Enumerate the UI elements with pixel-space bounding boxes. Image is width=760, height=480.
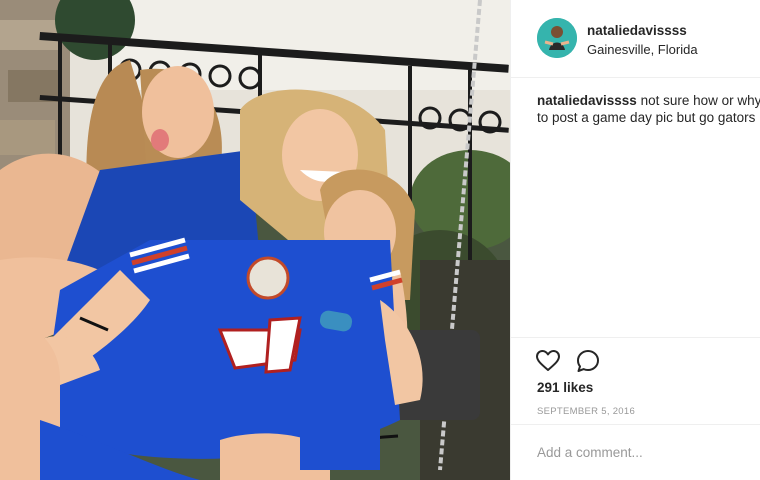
like-button[interactable]: [535, 348, 561, 374]
post-image: [0, 0, 510, 480]
avatar-image: [537, 18, 577, 58]
comment-section: [511, 424, 760, 480]
post-side-panel: nataliedavissss Gainesville, Florida nat…: [510, 0, 760, 480]
location[interactable]: Gainesville, Florida: [587, 42, 698, 58]
comment-button[interactable]: [575, 348, 601, 374]
like-count[interactable]: 291 likes: [537, 380, 593, 395]
action-bar: [511, 337, 760, 372]
caption: nataliedavissss not sure how or why to p…: [537, 92, 760, 126]
username[interactable]: nataliedavissss: [587, 23, 698, 39]
post-photo[interactable]: [0, 0, 510, 480]
user-info: nataliedavissss Gainesville, Florida: [587, 23, 698, 58]
post-header: nataliedavissss Gainesville, Florida: [511, 0, 760, 78]
comment-bubble-icon: [577, 350, 599, 372]
avatar[interactable]: [537, 18, 577, 58]
instagram-post: nataliedavissss Gainesville, Florida nat…: [0, 0, 760, 480]
action-icons: [535, 348, 601, 374]
post-date: SEPTEMBER 5, 2016: [537, 406, 636, 417]
comment-input[interactable]: [537, 439, 747, 465]
caption-username[interactable]: nataliedavissss: [537, 93, 637, 108]
heart-icon: [536, 350, 560, 371]
